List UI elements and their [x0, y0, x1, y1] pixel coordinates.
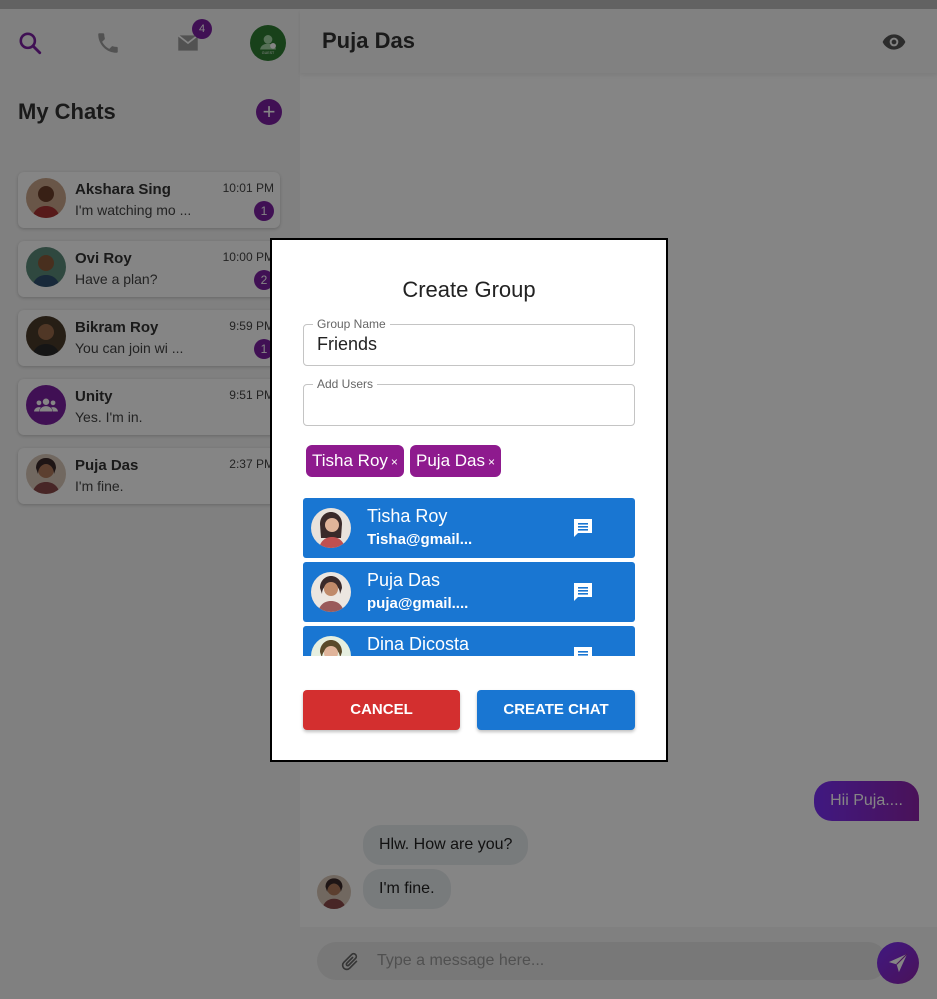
add-users-input[interactable] — [317, 394, 617, 415]
user-email: Tisha@gmail... — [367, 531, 473, 548]
create-group-dialog: Create Group Group Name Add Users Tisha … — [270, 238, 668, 762]
user-email: puja@gmail.... — [367, 595, 469, 612]
avatar — [311, 508, 351, 548]
user-name: Dina Dicosta — [367, 634, 470, 654]
user-search-results: Tisha Roy Tisha@gmail... Puja Das puja@g… — [303, 498, 635, 656]
chat-bubble-icon — [574, 583, 592, 601]
add-users-label: Add Users — [313, 377, 378, 391]
chat-bubble-icon — [574, 647, 592, 656]
chip-remove-icon[interactable]: × — [488, 455, 495, 469]
user-list-item[interactable]: Puja Das puja@gmail.... — [303, 562, 635, 622]
user-name: Tisha Roy — [367, 506, 448, 526]
create-chat-button[interactable]: CREATE CHAT — [477, 690, 635, 730]
chip-label: Puja Das — [416, 451, 485, 470]
chip-remove-icon[interactable]: × — [391, 455, 398, 469]
chat-bubble-icon — [574, 519, 592, 537]
cancel-button[interactable]: CANCEL — [303, 690, 460, 730]
chip-label: Tisha Roy — [312, 451, 388, 470]
dialog-title: Create Group — [402, 277, 536, 302]
user-name: Puja Das — [367, 570, 441, 590]
user-chip: Tisha Roy × — [306, 445, 404, 477]
group-name-label: Group Name — [313, 317, 390, 331]
add-users-field: Add Users — [303, 377, 635, 426]
user-list-item[interactable]: Dina Dicosta — [303, 626, 635, 656]
avatar — [311, 636, 351, 656]
group-name-field: Group Name — [303, 317, 635, 366]
user-chip: Puja Das × — [410, 445, 501, 477]
user-list-item[interactable]: Tisha Roy Tisha@gmail... — [303, 498, 635, 558]
avatar — [311, 572, 351, 612]
group-name-input[interactable] — [317, 334, 617, 355]
